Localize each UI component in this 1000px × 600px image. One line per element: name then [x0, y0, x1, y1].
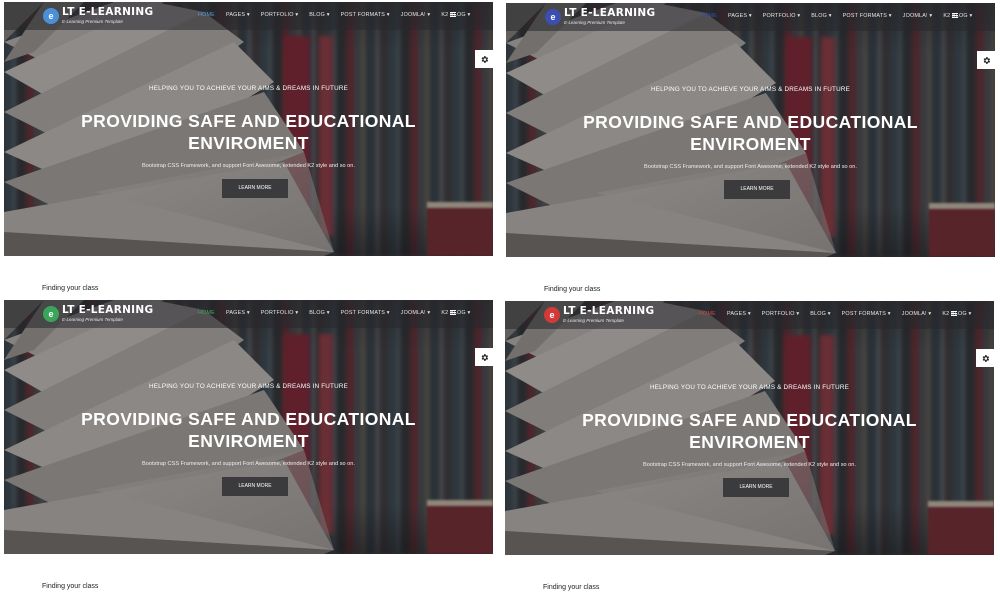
hero-tagline: HELPING YOU TO ACHIEVE YOUR AIMS & DREAM… — [649, 384, 850, 391]
menu-item-pages[interactable]: PAGES ▾ — [728, 13, 752, 19]
menu-item-blog[interactable]: BLOG ▾ — [309, 12, 329, 18]
menu-item-blog[interactable]: BLOG ▾ — [811, 13, 831, 19]
top-navbar: e LT E-LEARNING E-Learning Premium Templ… — [505, 301, 994, 329]
menu-item-portfolio[interactable]: PORTFOLIO ▾ — [763, 13, 800, 19]
hero-banner: e LT E-LEARNING E-Learning Premium Templ… — [4, 2, 493, 256]
menu-item-joomla[interactable]: JOOMLA! ▾ — [401, 12, 431, 18]
logo-icon: e — [43, 306, 59, 322]
hamburger-menu-icon[interactable] — [450, 12, 456, 17]
template-preview-1: e LT E-LEARNING E-Learning Premium Templ… — [4, 2, 493, 300]
settings-button[interactable] — [475, 348, 493, 366]
menu-item-pages[interactable]: PAGES ▾ — [226, 310, 250, 316]
main-menu: HOME PAGES ▾ PORTFOLIO ▾ BLOG ▾ POST FORMATS… — [198, 12, 481, 18]
main-menu: HOME PAGES ▾ PORTFOLIO ▾ BLOG ▾ POST FORMATS… — [198, 310, 481, 316]
hero-title: PROVIDING SAFE AND EDUCATIONAL ENVIROMEN… — [81, 409, 416, 451]
menu-item-portfolio[interactable]: PORTFOLIO ▾ — [762, 311, 799, 317]
hamburger-menu-icon[interactable] — [951, 311, 957, 316]
menu-item-joomla[interactable]: JOOMLA! ▾ — [902, 311, 932, 317]
menu-item-pages[interactable]: PAGES ▾ — [226, 12, 250, 18]
section-title: Finding your class — [543, 584, 600, 591]
menu-item-home[interactable]: HOME — [198, 310, 215, 316]
logo-icon: e — [545, 9, 561, 25]
logo-subtitle: E-Learning Premium Template — [62, 317, 123, 322]
logo-title: LT E-LEARNING — [62, 6, 154, 18]
menu-item-joomla[interactable]: JOOMLA! ▾ — [401, 310, 431, 316]
main-menu: HOME PAGES ▾ PORTFOLIO ▾ BLOG ▾ POST FORMATS… — [699, 311, 982, 317]
menu-item-post-formats[interactable]: POST FORMATS ▾ — [843, 13, 892, 19]
menu-item-home[interactable]: HOME — [699, 311, 716, 317]
hero-subtitle: Bootstrap CSS Framework, and support Fon… — [643, 462, 856, 468]
settings-button[interactable] — [977, 51, 995, 69]
menu-item-post-formats[interactable]: POST FORMATS ▾ — [341, 12, 390, 18]
menu-item-portfolio[interactable]: PORTFOLIO ▾ — [261, 310, 298, 316]
hero-banner: e LT E-LEARNING E-Learning Premium Templ… — [505, 301, 994, 555]
learn-more-button[interactable]: LEARN MORE — [724, 180, 790, 199]
hero-subtitle: Bootstrap CSS Framework, and support Fon… — [644, 164, 857, 170]
logo-title: LT E-LEARNING — [563, 305, 655, 317]
learn-more-button[interactable]: LEARN MORE — [222, 477, 288, 496]
top-navbar: e LT E-LEARNING E-Learning Premium Templ… — [4, 300, 493, 328]
menu-item-home[interactable]: HOME — [700, 13, 717, 19]
logo-icon: e — [544, 307, 560, 323]
hero-banner: e LT E-LEARNING E-Learning Premium Templ… — [506, 3, 995, 257]
section-title: Finding your class — [42, 583, 99, 590]
hero-tagline: HELPING YOU TO ACHIEVE YOUR AIMS & DREAM… — [148, 383, 349, 390]
logo-icon: e — [43, 8, 59, 24]
template-preview-4: e LT E-LEARNING E-Learning Premium Templ… — [505, 301, 994, 599]
section-title: Finding your class — [544, 286, 601, 293]
gear-icon — [481, 353, 488, 361]
logo-title: LT E-LEARNING — [62, 304, 154, 316]
gear-icon — [481, 55, 488, 63]
learn-more-button[interactable]: LEARN MORE — [723, 478, 789, 497]
hero-title: PROVIDING SAFE AND EDUCATIONAL ENVIROMEN… — [81, 111, 416, 153]
logo-subtitle: E-Learning Premium Template — [564, 20, 625, 25]
hero-banner: e LT E-LEARNING E-Learning Premium Templ… — [4, 300, 493, 554]
section-title: Finding your class — [42, 285, 99, 292]
hero-subtitle: Bootstrap CSS Framework, and support Fon… — [142, 461, 355, 467]
menu-item-joomla[interactable]: JOOMLA! ▾ — [903, 13, 933, 19]
hamburger-menu-icon[interactable] — [450, 310, 456, 315]
top-navbar: e LT E-LEARNING E-Learning Premium Templ… — [506, 3, 995, 31]
menu-item-portfolio[interactable]: PORTFOLIO ▾ — [261, 12, 298, 18]
menu-item-blog[interactable]: BLOG ▾ — [309, 310, 329, 316]
logo-subtitle: E-Learning Premium Template — [563, 318, 624, 323]
hamburger-menu-icon[interactable] — [952, 13, 958, 18]
template-preview-3: e LT E-LEARNING E-Learning Premium Templ… — [4, 300, 493, 598]
hero-tagline: HELPING YOU TO ACHIEVE YOUR AIMS & DREAM… — [148, 85, 349, 92]
settings-button[interactable] — [475, 50, 493, 68]
settings-button[interactable] — [976, 349, 994, 367]
menu-item-pages[interactable]: PAGES ▾ — [727, 311, 751, 317]
hero-title: PROVIDING SAFE AND EDUCATIONAL ENVIROMEN… — [583, 112, 918, 154]
top-navbar: e LT E-LEARNING E-Learning Premium Templ… — [4, 2, 493, 30]
main-menu: HOME PAGES ▾ PORTFOLIO ▾ BLOG ▾ POST FORMATS… — [700, 13, 983, 19]
menu-item-post-formats[interactable]: POST FORMATS ▾ — [842, 311, 891, 317]
gear-icon — [983, 56, 990, 64]
hero-tagline: HELPING YOU TO ACHIEVE YOUR AIMS & DREAM… — [650, 86, 851, 93]
template-preview-2: e LT E-LEARNING E-Learning Premium Templ… — [506, 3, 995, 301]
menu-item-blog[interactable]: BLOG ▾ — [810, 311, 830, 317]
gear-icon — [982, 354, 989, 362]
logo-title: LT E-LEARNING — [564, 7, 656, 19]
learn-more-button[interactable]: LEARN MORE — [222, 179, 288, 198]
hero-subtitle: Bootstrap CSS Framework, and support Fon… — [142, 163, 355, 169]
menu-item-post-formats[interactable]: POST FORMATS ▾ — [341, 310, 390, 316]
logo-subtitle: E-Learning Premium Template — [62, 19, 123, 24]
menu-item-home[interactable]: HOME — [198, 12, 215, 18]
hero-title: PROVIDING SAFE AND EDUCATIONAL ENVIROMEN… — [582, 410, 917, 452]
